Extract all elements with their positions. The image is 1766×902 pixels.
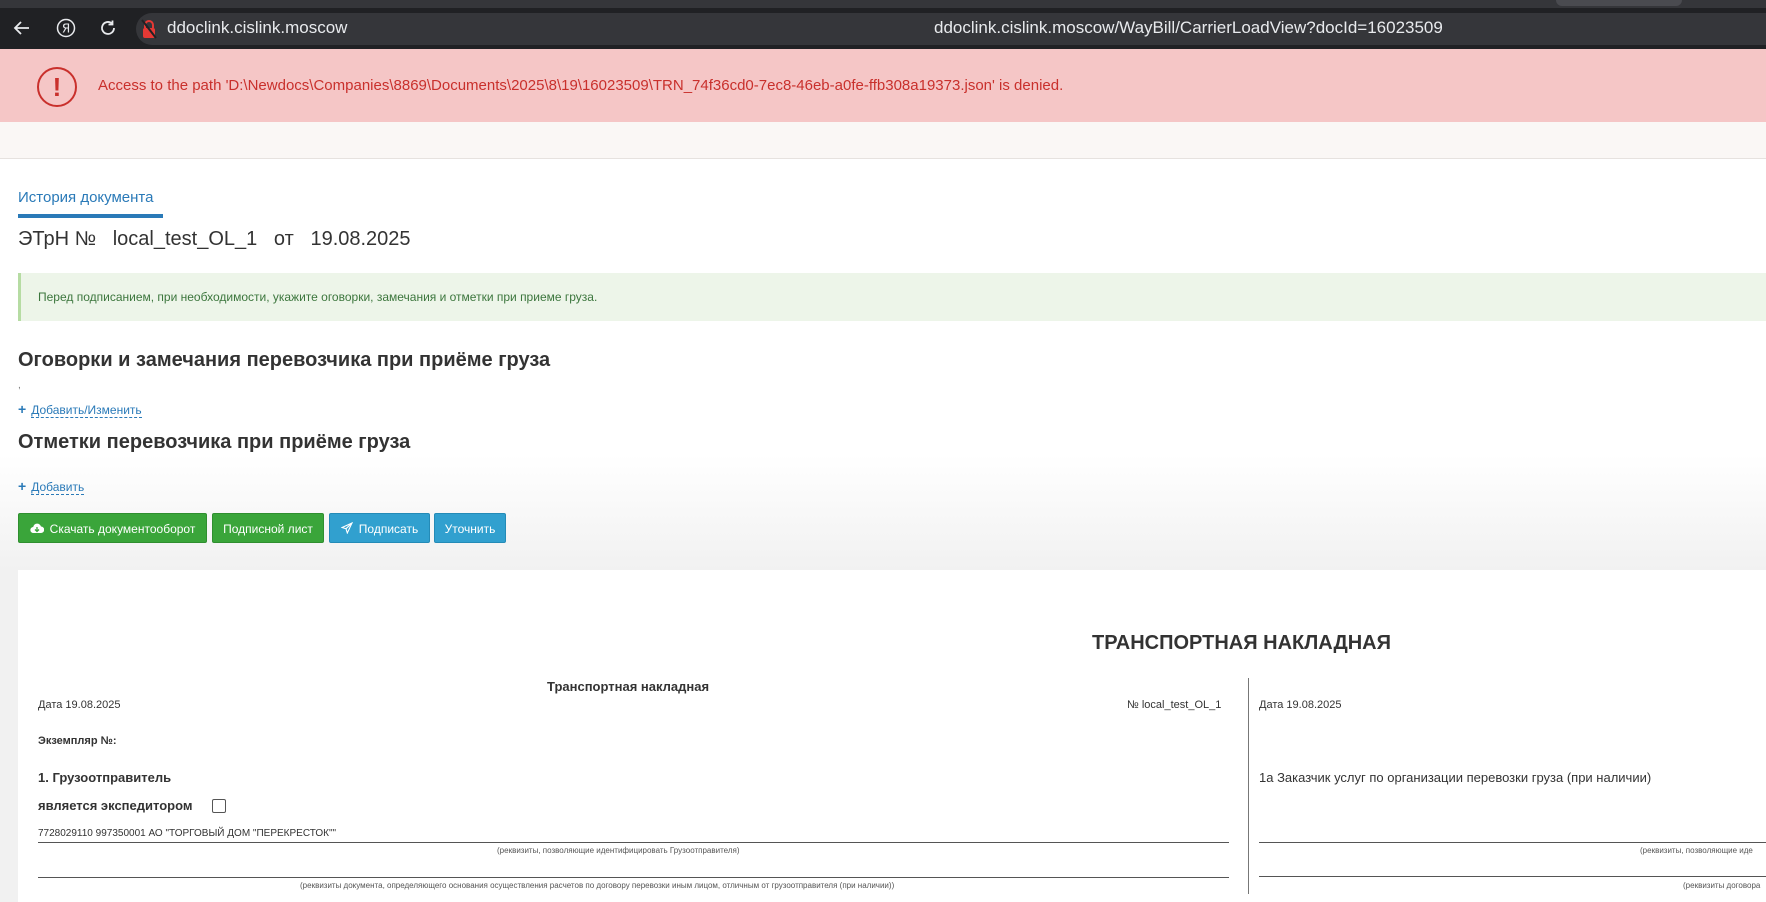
plus-icon: + xyxy=(18,401,27,417)
field-caption: (реквизиты документа, определяющего осно… xyxy=(300,881,895,890)
reload-icon xyxy=(101,20,115,35)
yandex-logo-icon: Я xyxy=(56,18,76,38)
marks-heading: Отметки перевозчика при приёме груза xyxy=(18,431,411,453)
shipper-label: 1. Грузоотправитель xyxy=(38,770,172,785)
document-date-right: Дата 19.08.2025 xyxy=(1259,699,1342,711)
exclamation-icon: ! xyxy=(37,67,77,107)
field-caption: (реквизиты договора xyxy=(1683,881,1761,890)
button-label: Подписать xyxy=(358,522,419,536)
paper-plane-icon xyxy=(340,521,353,535)
url-host[interactable]: ddoclink.cislink.moscow xyxy=(167,18,347,38)
document-number: № local_test_OL_1 xyxy=(1127,699,1222,711)
link-label: Добавить xyxy=(31,480,85,495)
tab-strip xyxy=(0,0,1766,8)
field-caption: (реквизиты, позволяющие иде xyxy=(1640,846,1753,855)
arrow-left-icon xyxy=(13,21,29,35)
browser-tab[interactable] xyxy=(1556,0,1682,6)
signature-sheet-button[interactable]: Подписной лист xyxy=(212,513,324,543)
notice-text: Перед подписанием, при необходимости, ук… xyxy=(38,290,598,304)
remarks-value: , xyxy=(18,380,21,391)
download-workflow-button[interactable]: Скачать документооборот xyxy=(18,513,207,543)
back-button[interactable] xyxy=(8,14,36,42)
forwarder-label: является экспедитором xyxy=(38,798,193,813)
field-line xyxy=(38,842,1229,843)
add-marks-link[interactable]: + Добавить xyxy=(18,478,85,495)
reload-button[interactable] xyxy=(94,14,122,42)
sign-button[interactable]: Подписать xyxy=(329,513,430,543)
plus-icon: + xyxy=(18,478,27,494)
sub-bar xyxy=(0,122,1766,159)
field-line xyxy=(1259,876,1766,877)
document-preview xyxy=(18,570,1766,902)
clarify-button[interactable]: Уточнить xyxy=(434,513,506,543)
url-full[interactable]: ddoclink.cislink.moscow/WayBill/CarrierL… xyxy=(934,18,1443,38)
link-label: Добавить/Изменить xyxy=(31,403,142,418)
column-divider xyxy=(1248,678,1249,894)
field-line xyxy=(1259,842,1766,843)
button-label: Уточнить xyxy=(444,522,496,536)
yandex-button[interactable]: Я xyxy=(52,14,80,42)
tab-document-history[interactable]: История документа xyxy=(18,189,153,206)
remarks-heading: Оговорки и замечания перевозчика при при… xyxy=(18,349,551,371)
forwarder-checkbox[interactable] xyxy=(212,799,226,813)
document-date-left: Дата 19.08.2025 xyxy=(38,699,121,711)
add-edit-remarks-link[interactable]: + Добавить/Изменить xyxy=(18,401,142,418)
document-subheading: Транспортная накладная xyxy=(547,679,710,694)
copy-number-label: Экземпляр №: xyxy=(38,735,117,747)
customer-label: 1а Заказчик услуг по организации перевоз… xyxy=(1259,770,1652,785)
insecure-lock-icon[interactable] xyxy=(141,19,157,39)
svg-text:Я: Я xyxy=(62,22,70,36)
shipper-requisites: 7728029110 997350001 АО "ТОРГОВЫЙ ДОМ "П… xyxy=(38,828,337,839)
field-caption: (реквизиты, позволяющие идентифицировать… xyxy=(497,846,740,855)
button-label: Подписной лист xyxy=(223,522,313,536)
cloud-download-icon xyxy=(30,523,44,534)
active-tab-indicator xyxy=(18,214,163,218)
error-message: Access to the path 'D:\Newdocs\Companies… xyxy=(98,77,1064,94)
button-label: Скачать документооборот xyxy=(49,522,196,536)
field-line xyxy=(38,877,1229,878)
document-heading: ТРАНСПОРТНАЯ НАКЛАДНАЯ xyxy=(1092,632,1391,654)
page-title: ЭТрН № local_test_OL_1 от 19.08.2025 xyxy=(18,228,411,250)
